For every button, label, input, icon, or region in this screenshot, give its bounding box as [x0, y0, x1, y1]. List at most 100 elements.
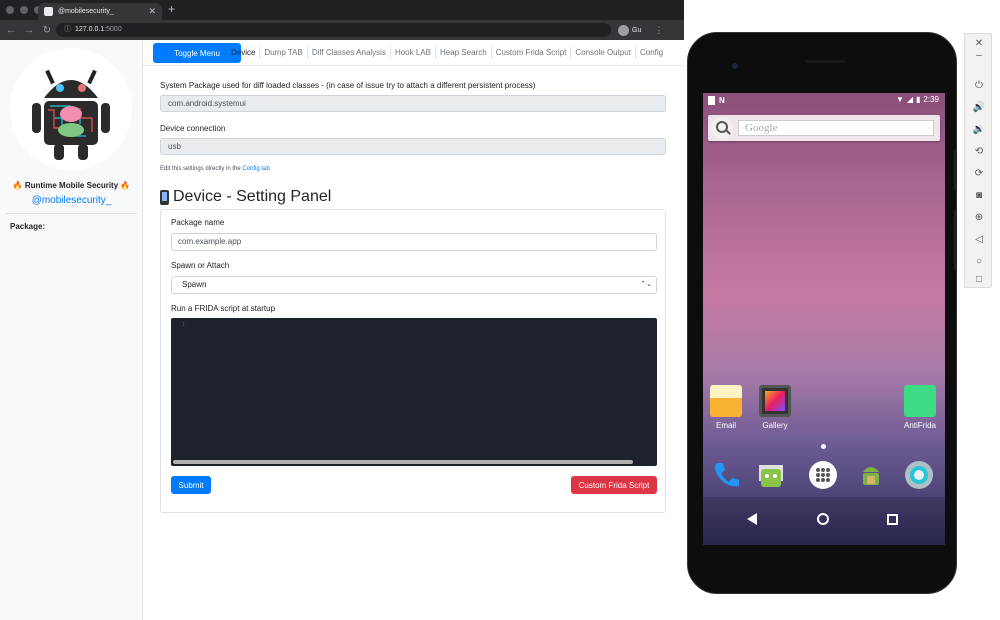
email-app[interactable]: Email	[706, 385, 746, 430]
sd-card-icon	[708, 96, 715, 105]
tab-console-output[interactable]: Console Output	[571, 47, 636, 59]
camera-icon[interactable]: ◙	[965, 186, 993, 206]
antifrida-app[interactable]: AntiFrida	[900, 385, 940, 430]
android-screen[interactable]: N ▼ ◢ ▮ 2:39 Google Email Gallery AntiFr…	[703, 93, 945, 545]
twitter-handle-link[interactable]: @mobilesecurity_	[0, 195, 143, 206]
gallery-app[interactable]: Gallery	[755, 385, 795, 430]
browser-app-icon[interactable]	[903, 459, 935, 491]
email-app-label: Email	[715, 421, 736, 430]
home-circle-icon[interactable]	[817, 513, 829, 525]
close-tab-icon[interactable]: ✕	[148, 3, 156, 20]
recents-square-icon[interactable]	[887, 514, 898, 525]
tab-config[interactable]: Config	[636, 47, 667, 59]
profile-chip[interactable]: Gu ⋮	[618, 23, 663, 37]
android-app-icon	[904, 385, 936, 417]
browser-tab[interactable]: @mobilesecurity_ ✕	[38, 3, 162, 20]
config-hint: Edit this settings directly in the Confi…	[160, 166, 270, 172]
sidebar: 🔥 Runtime Mobile Security 🔥 @mobilesecur…	[0, 40, 143, 620]
url-host: 127.0.0.1	[75, 26, 105, 33]
reload-icon[interactable]: ↻	[40, 25, 54, 36]
config-hint-text: Edit this settings directly in the	[160, 166, 243, 172]
power-icon[interactable]: ⏻	[965, 76, 993, 96]
system-package-label: System Package used for diff loaded clas…	[160, 81, 536, 90]
tab-custom-frida[interactable]: Custom Frida Script	[492, 47, 572, 59]
gallery-icon	[759, 385, 791, 417]
panel-title-text: Device - Setting Panel	[173, 188, 332, 205]
volume-down-icon[interactable]: 🔉	[965, 120, 993, 140]
phone-camera	[732, 63, 738, 69]
back-triangle-icon[interactable]	[747, 513, 757, 525]
tab-hook-lab[interactable]: Hook LAB	[391, 47, 436, 59]
new-tab-icon[interactable]: +	[168, 2, 175, 16]
config-tab-link[interactable]: Config tab	[242, 166, 269, 172]
close-window-icon[interactable]	[6, 6, 14, 14]
emulator-controls: ✕ – ⏻ 🔊 🔉 ⟲ ⟳ ◙ ⊕ ◁ ○ □	[964, 33, 992, 288]
android-status-bar: N ▼ ◢ ▮ 2:39	[703, 93, 945, 109]
package-name-label: Package name	[171, 218, 225, 227]
minimize-icon[interactable]: –	[965, 46, 993, 66]
panel-title: Device - Setting Panel	[160, 188, 331, 206]
rotate-left-icon[interactable]: ⟲	[965, 142, 993, 162]
wifi-icon: ▼	[895, 95, 904, 104]
chevron-updown-icon: ⌃⌄	[640, 281, 652, 288]
android-robot-icon[interactable]	[855, 459, 887, 491]
volume-button[interactable]	[954, 210, 957, 270]
phone-speaker	[805, 60, 845, 63]
volume-up-icon[interactable]: 🔊	[965, 98, 993, 118]
device-connection-label: Device connection	[160, 124, 226, 133]
github-icon	[44, 7, 53, 16]
email-icon	[710, 385, 742, 417]
power-button[interactable]	[954, 150, 957, 190]
sidebar-divider	[6, 213, 137, 214]
messaging-icon[interactable]	[755, 459, 787, 491]
tab-heap-search[interactable]: Heap Search	[436, 47, 492, 59]
home-icon[interactable]: ○	[965, 252, 993, 272]
tab-title: @mobilesecurity_	[58, 8, 114, 15]
search-icon[interactable]	[711, 117, 733, 139]
back-icon[interactable]: ◁	[965, 230, 993, 250]
submit-button[interactable]: Submit	[171, 476, 211, 494]
spawn-attach-label: Spawn or Attach	[171, 261, 230, 270]
tab-diff-classes[interactable]: Diff Classes Analysis	[308, 47, 391, 59]
spawn-attach-select[interactable]: Spawn ⌃⌄	[171, 276, 657, 294]
tab-device[interactable]: Device	[227, 47, 261, 59]
mobile-phone-icon	[160, 189, 169, 205]
url-port: :5000	[104, 26, 122, 33]
battery-icon: ▮	[916, 95, 921, 104]
google-search-widget[interactable]: Google	[708, 115, 940, 141]
back-arrow-icon[interactable]: ←	[4, 25, 18, 36]
browser-toolbar: ← → ↻ ⓘ 127.0.0.1:5000 Gu ⋮	[0, 20, 684, 40]
zoom-icon[interactable]: ⊕	[965, 208, 993, 228]
avatar-icon	[618, 24, 629, 36]
rotate-right-icon[interactable]: ⟳	[965, 164, 993, 184]
package-name-input[interactable]: com.example.app	[171, 233, 657, 251]
editor-scrollbar[interactable]	[173, 460, 633, 464]
system-package-field: com.android.systemui	[160, 95, 666, 112]
android-dock	[703, 451, 945, 497]
gallery-app-label: Gallery	[762, 421, 788, 430]
address-bar[interactable]: ⓘ 127.0.0.1:5000	[56, 23, 611, 37]
phone-icon[interactable]	[709, 459, 741, 491]
app-drawer-icon[interactable]	[807, 459, 839, 491]
profile-label: Gu	[632, 26, 642, 34]
browser-tabbar: @mobilesecurity_ ✕ +	[0, 0, 684, 20]
minimize-window-icon[interactable]	[20, 6, 28, 14]
more-menu-icon[interactable]: ⋮	[654, 25, 663, 36]
frida-script-editor[interactable]: 1	[171, 318, 657, 466]
google-search-input[interactable]: Google	[738, 120, 934, 136]
info-icon[interactable]: ⓘ	[64, 26, 71, 33]
editor-line-number: 1	[182, 322, 185, 328]
top-nav: Toggle Menu Device Dump TAB Diff Classes…	[143, 40, 684, 66]
overview-icon[interactable]: □	[965, 270, 993, 290]
signal-icon: ◢	[906, 95, 914, 104]
android-logo	[10, 48, 132, 170]
tab-dump[interactable]: Dump TAB	[260, 47, 308, 59]
n-notification-icon: N	[719, 96, 725, 105]
device-connection-field: usb	[160, 138, 666, 155]
antifrida-app-label: AntiFrida	[903, 421, 936, 430]
page-indicator	[821, 444, 826, 449]
forward-arrow-icon[interactable]: →	[22, 25, 36, 36]
custom-frida-script-button[interactable]: Custom Frida Script	[571, 476, 657, 494]
frida-script-label: Run a FRIDA script at startup	[171, 304, 276, 313]
package-label: Package:	[10, 222, 46, 231]
